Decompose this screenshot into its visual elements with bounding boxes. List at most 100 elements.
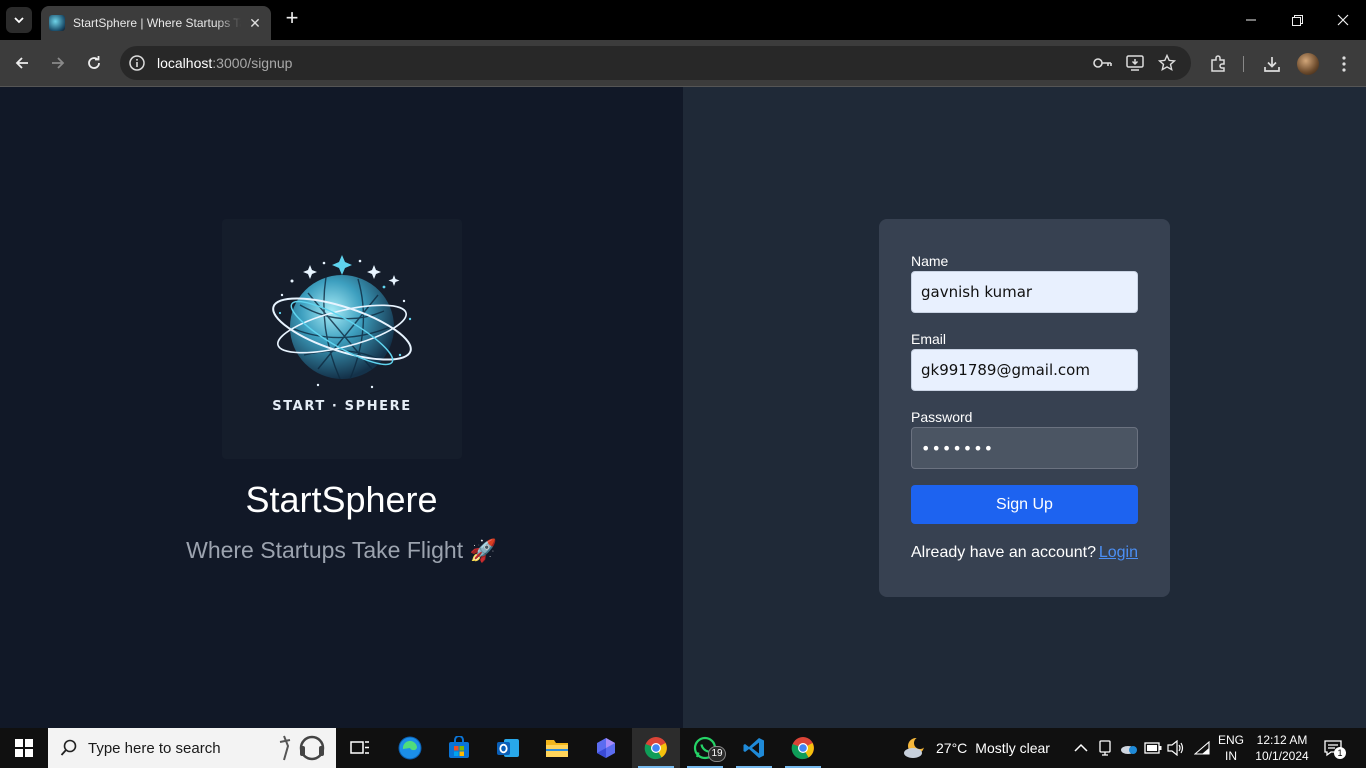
outlook-icon bbox=[497, 739, 519, 757]
minimize-icon bbox=[1246, 19, 1256, 21]
battery-icon[interactable] bbox=[1143, 738, 1163, 758]
vscode-icon bbox=[743, 738, 764, 758]
name-label: Name bbox=[911, 253, 949, 269]
name-input-value: gavnish kumar bbox=[921, 283, 1033, 301]
browser-menu-icon[interactable] bbox=[1333, 53, 1355, 75]
taskbar-chrome-active[interactable] bbox=[632, 728, 680, 768]
windows-taskbar: Type here to search 19 27°C Mostly clear… bbox=[0, 728, 1366, 768]
onedrive-icon[interactable] bbox=[1119, 738, 1139, 758]
whatsapp-badge: 19 bbox=[708, 746, 726, 762]
login-prompt-text: Already have an account? bbox=[911, 544, 1097, 561]
url-text: localhost:3000/signup bbox=[157, 55, 292, 71]
tab-search-button[interactable] bbox=[6, 7, 32, 33]
address-bar[interactable]: localhost:3000/signup bbox=[120, 46, 1191, 80]
restore-icon bbox=[1291, 14, 1303, 26]
signup-panel: Name gavnish kumar Email gk991789@gmail.… bbox=[683, 87, 1366, 728]
edge-icon bbox=[398, 736, 422, 760]
login-link[interactable]: Login bbox=[1099, 544, 1138, 562]
email-label: Email bbox=[911, 331, 947, 347]
reload-button[interactable] bbox=[82, 51, 106, 75]
startsphere-logo: START · SPHERE bbox=[222, 219, 462, 459]
new-tab-icon[interactable]: + bbox=[281, 7, 303, 30]
window-restore-button[interactable] bbox=[1274, 0, 1320, 40]
login-prompt-row: Already have an account? Login bbox=[911, 544, 1138, 562]
system-clock[interactable]: 12:12 AM 10/1/2024 bbox=[1252, 732, 1312, 764]
forward-button[interactable] bbox=[46, 51, 70, 75]
downloads-icon[interactable] bbox=[1261, 53, 1283, 75]
windows-logo-icon bbox=[15, 739, 33, 757]
weather-temperature: 27°C bbox=[936, 740, 968, 756]
chevron-down-icon bbox=[14, 17, 24, 24]
taskbar-file-explorer[interactable] bbox=[533, 728, 581, 768]
search-highlight-icon bbox=[279, 735, 325, 761]
window-close-button[interactable] bbox=[1320, 0, 1366, 40]
password-input-value: ••••••• bbox=[921, 438, 995, 458]
wifi-icon[interactable] bbox=[1192, 738, 1212, 758]
logo-wordmark: START · SPHERE bbox=[272, 399, 412, 414]
clock-date: 10/1/2024 bbox=[1255, 749, 1309, 763]
bookmark-star-icon[interactable] bbox=[1157, 53, 1177, 73]
arrow-left-icon bbox=[15, 57, 28, 69]
tab-title: StartSphere | Where Startups Take Flight bbox=[73, 16, 241, 30]
chrome-icon bbox=[644, 737, 667, 760]
extensions-icon[interactable] bbox=[1207, 53, 1229, 75]
language-region: IN bbox=[1225, 749, 1237, 763]
arrow-right-icon bbox=[52, 57, 65, 69]
globe-logo-icon bbox=[272, 255, 412, 389]
taskbar-edge[interactable] bbox=[386, 728, 434, 768]
rocket-icon: 🚀 bbox=[469, 538, 497, 563]
weather-description: Mostly clear bbox=[975, 740, 1050, 756]
folder-icon bbox=[546, 740, 568, 757]
moon-cloud-icon bbox=[904, 737, 926, 758]
notification-center-button[interactable]: 1 bbox=[1322, 737, 1346, 759]
signup-page: START · SPHERE StartSphere Where Startup… bbox=[0, 87, 1366, 728]
chevron-up-icon[interactable] bbox=[1071, 738, 1091, 758]
clock-time: 12:12 AM bbox=[1256, 733, 1308, 747]
language-code: ENG bbox=[1217, 733, 1244, 747]
url-host: localhost bbox=[157, 55, 213, 71]
install-app-icon[interactable] bbox=[1125, 53, 1145, 73]
meet-now-icon[interactable] bbox=[1095, 738, 1115, 758]
taskbar-store[interactable] bbox=[435, 728, 483, 768]
password-label: Password bbox=[911, 409, 973, 425]
close-icon bbox=[1337, 14, 1349, 26]
password-key-icon[interactable] bbox=[1093, 53, 1113, 73]
copilot-icon bbox=[597, 738, 615, 758]
chrome-icon bbox=[791, 737, 814, 760]
tab-close-icon[interactable]: ✕ bbox=[247, 15, 263, 32]
reload-icon bbox=[88, 56, 100, 69]
taskbar-search-box[interactable]: Type here to search bbox=[48, 728, 336, 768]
tagline-text: Where Startups Take Flight bbox=[186, 537, 464, 563]
brand-name: StartSphere bbox=[245, 479, 438, 520]
browser-tab-strip: StartSphere | Where Startups Take Flight… bbox=[0, 0, 1366, 40]
email-input[interactable]: gk991789@gmail.com bbox=[911, 349, 1138, 391]
taskbar-whatsapp[interactable]: 19 bbox=[681, 728, 729, 768]
site-info-icon[interactable] bbox=[128, 54, 146, 72]
language-indicator[interactable]: ENG IN bbox=[1217, 732, 1245, 764]
name-input[interactable]: gavnish kumar bbox=[911, 271, 1138, 313]
password-input[interactable]: ••••••• bbox=[911, 427, 1138, 469]
profile-avatar[interactable] bbox=[1297, 53, 1319, 75]
taskbar-vscode[interactable] bbox=[730, 728, 778, 768]
window-minimize-button[interactable] bbox=[1228, 0, 1274, 40]
store-icon bbox=[449, 736, 469, 758]
sign-up-button[interactable]: Sign Up bbox=[911, 485, 1138, 524]
toolbar-divider bbox=[1243, 56, 1244, 72]
url-path: :3000/signup bbox=[212, 55, 293, 71]
brand-panel: START · SPHERE StartSphere Where Startup… bbox=[0, 87, 683, 728]
weather-widget[interactable]: 27°C Mostly clear bbox=[902, 728, 1050, 768]
browser-toolbar: localhost:3000/signup bbox=[0, 40, 1366, 87]
task-view-button[interactable] bbox=[336, 728, 384, 768]
volume-icon[interactable] bbox=[1166, 738, 1186, 758]
brand-tagline: Where Startups Take Flight 🚀 bbox=[0, 537, 683, 564]
site-favicon-icon bbox=[49, 15, 65, 31]
taskbar-chrome-profile[interactable] bbox=[779, 728, 827, 768]
taskbar-copilot[interactable] bbox=[582, 728, 630, 768]
task-view-icon bbox=[350, 741, 369, 754]
notification-count: 1 bbox=[1334, 747, 1346, 759]
start-button[interactable] bbox=[0, 728, 48, 768]
taskbar-outlook[interactable] bbox=[484, 728, 532, 768]
browser-tab-active[interactable]: StartSphere | Where Startups Take Flight… bbox=[41, 6, 271, 40]
back-button[interactable] bbox=[10, 51, 34, 75]
email-input-value: gk991789@gmail.com bbox=[921, 361, 1090, 379]
